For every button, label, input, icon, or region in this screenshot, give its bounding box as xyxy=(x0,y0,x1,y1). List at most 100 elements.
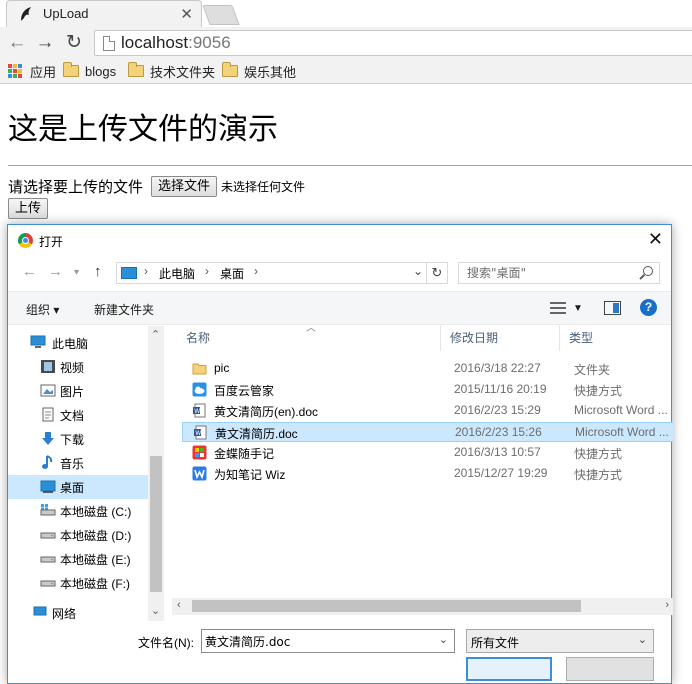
sidebar-item-drive-d[interactable]: 本地磁盘 (D:) xyxy=(8,523,148,547)
sidebar-item-drive-e[interactable]: 本地磁盘 (E:) xyxy=(8,547,148,571)
computer-icon xyxy=(121,267,137,279)
sidebar-item-drive-c[interactable]: 本地磁盘 (C:) xyxy=(8,499,148,523)
dialog-back-icon[interactable]: ← xyxy=(22,263,37,280)
chevron-down-icon[interactable]: ⌄ xyxy=(413,264,423,278)
dialog-close-icon[interactable]: ✕ xyxy=(648,229,663,250)
dialog-address-bar[interactable]: › 此电脑 › 桌面 › ⌄ ↻ xyxy=(116,262,448,284)
sidebar-label: 桌面 xyxy=(60,481,85,495)
page-icon xyxy=(103,36,115,51)
file-date: 2016/2/23 15:29 xyxy=(454,403,541,417)
scroll-left-icon[interactable]: ‹ xyxy=(177,599,181,611)
navigation-scrollbar[interactable]: ⌃ ⌄ xyxy=(148,326,164,621)
pictures-icon xyxy=(40,384,56,397)
dialog-search-box xyxy=(458,262,660,284)
reload-icon[interactable]: ↻ xyxy=(63,31,85,55)
preview-pane-icon[interactable] xyxy=(604,301,621,315)
sidebar-item-pictures[interactable]: 图片 xyxy=(8,379,148,403)
bookmarks-bar: 应用 blogs 技术文件夹 娱乐其他 xyxy=(0,59,692,84)
recent-locations-icon[interactable]: ▾ xyxy=(74,267,79,278)
file-name: 为知笔记 Wiz xyxy=(214,468,286,482)
choose-file-button[interactable]: 选择文件 xyxy=(151,175,218,197)
bird-favicon-icon xyxy=(21,7,31,21)
view-dropdown-icon[interactable]: ▼ xyxy=(573,303,583,314)
file-date: 2016/3/13 10:57 xyxy=(454,445,541,459)
chevron-down-icon: ⌄ xyxy=(637,634,647,646)
sidebar-item-videos[interactable]: 视频 xyxy=(8,355,148,379)
file-name: 黄文清简历(en).doc xyxy=(214,405,319,419)
drive-icon xyxy=(40,532,56,539)
sidebar-item-this-pc[interactable]: 此电脑 xyxy=(8,331,148,355)
open-file-dialog: 打开 ✕ ← → ▾ ↑ › 此电脑 › 桌面 › ⌄ ↻ 组织 ▾ 新建文件夹… xyxy=(7,224,673,684)
chrome-icon xyxy=(18,233,33,248)
sidebar-label: 本地磁盘 (D:) xyxy=(60,529,132,543)
browser-tab-active[interactable]: UpLoad ✕ xyxy=(6,0,202,27)
refresh-icon[interactable]: ↻ xyxy=(426,263,447,283)
video-icon xyxy=(41,360,55,373)
dialog-forward-icon[interactable]: → xyxy=(48,263,63,280)
up-folder-icon[interactable]: ↑ xyxy=(94,263,102,280)
download-icon xyxy=(42,432,54,445)
sidebar-label: 文档 xyxy=(60,409,85,423)
forward-arrow-icon[interactable]: → xyxy=(34,31,56,55)
dialog-navbar: ← → ▾ ↑ › 此电脑 › 桌面 › ⌄ ↻ xyxy=(8,256,671,290)
new-tab-button[interactable] xyxy=(202,5,240,25)
column-header-date[interactable]: 修改日期 xyxy=(442,326,560,351)
file-row[interactable]: 金蝶随手记 2016/3/13 10:57 快捷方式 xyxy=(182,443,673,463)
sidebar-item-documents[interactable]: 文档 xyxy=(8,403,148,427)
back-arrow-icon[interactable]: ← xyxy=(6,31,28,55)
sidebar-item-music[interactable]: 音乐 xyxy=(8,451,148,475)
chevron-down-icon[interactable]: ⌄ xyxy=(439,633,448,646)
scrollbar-thumb[interactable] xyxy=(192,600,581,612)
new-folder-button[interactable]: 新建文件夹 xyxy=(94,301,154,318)
breadcrumb-chevron-icon: › xyxy=(254,264,258,278)
folder-icon xyxy=(128,62,144,77)
file-type-filter[interactable]: 所有文件 ⌄ xyxy=(466,629,654,653)
open-button[interactable] xyxy=(466,657,552,681)
scrollbar-thumb[interactable] xyxy=(150,456,162,592)
scroll-down-icon[interactable]: ⌄ xyxy=(151,604,160,617)
sidebar-item-network[interactable]: 网络 xyxy=(8,601,148,621)
bookmark-apps[interactable]: 应用 xyxy=(8,62,56,80)
column-header-name[interactable]: 名称 xyxy=(178,326,441,351)
file-row[interactable]: W 黄文清简历(en).doc 2016/2/23 15:29 Microsof… xyxy=(182,401,673,421)
sidebar-item-downloads[interactable]: 下载 xyxy=(8,427,148,451)
bookmark-blogs[interactable]: blogs xyxy=(63,62,116,80)
music-icon xyxy=(42,455,53,469)
cancel-button[interactable] xyxy=(566,657,654,681)
file-list-horizontal-scrollbar[interactable]: ‹ › xyxy=(172,598,673,615)
sidebar-label: 本地磁盘 (C:) xyxy=(60,505,132,519)
filename-input[interactable] xyxy=(202,630,430,652)
upload-button[interactable]: 上传 xyxy=(8,198,49,219)
breadcrumb-desktop[interactable]: 桌面 xyxy=(220,265,244,282)
address-bar[interactable]: localhost:9056 xyxy=(94,30,692,56)
file-name: pic xyxy=(214,361,230,375)
file-row-selected[interactable]: W 黄文清简历.doc 2016/2/23 15:26 Microsoft Wo… xyxy=(182,422,673,442)
folder-icon xyxy=(192,363,207,375)
file-date: 2016/3/18 22:27 xyxy=(454,361,541,375)
organize-button[interactable]: 组织 ▾ xyxy=(26,301,59,318)
scroll-up-icon[interactable]: ⌃ xyxy=(151,328,160,341)
folder-icon xyxy=(63,62,79,77)
file-row[interactable]: 为知笔记 Wiz 2015/12/27 19:29 快捷方式 xyxy=(182,464,673,484)
file-row[interactable]: pic 2016/3/18 22:27 文件夹 xyxy=(182,359,673,379)
search-icon[interactable] xyxy=(643,266,653,276)
search-input[interactable] xyxy=(459,263,635,283)
bookmark-tech-folder[interactable]: 技术文件夹 xyxy=(128,62,215,80)
page-heading: 这是上传文件的演示 xyxy=(8,112,278,147)
column-header-type[interactable]: 类型 xyxy=(561,326,673,351)
help-icon[interactable]: ? xyxy=(640,299,657,316)
scroll-right-icon[interactable]: › xyxy=(665,599,669,611)
file-row[interactable]: 百度云管家 2015/11/16 20:19 快捷方式 xyxy=(182,380,673,400)
sidebar-label: 视频 xyxy=(60,361,85,375)
bookmark-entertainment[interactable]: 娱乐其他 xyxy=(222,62,296,80)
breadcrumb-chevron-icon: › xyxy=(144,264,148,278)
view-options-icon[interactable] xyxy=(550,302,566,314)
file-name: 黄文清简历.doc xyxy=(215,427,298,441)
breadcrumb-this-pc[interactable]: 此电脑 xyxy=(159,265,195,282)
apps-grid-icon xyxy=(8,64,22,78)
tab-close-icon[interactable]: ✕ xyxy=(180,5,193,23)
sidebar-item-drive-f[interactable]: 本地磁盘 (F:) xyxy=(8,571,148,595)
svg-text:W: W xyxy=(194,408,200,415)
app-shortcut-icon xyxy=(192,445,207,460)
sidebar-item-desktop[interactable]: 桌面 xyxy=(8,475,148,499)
